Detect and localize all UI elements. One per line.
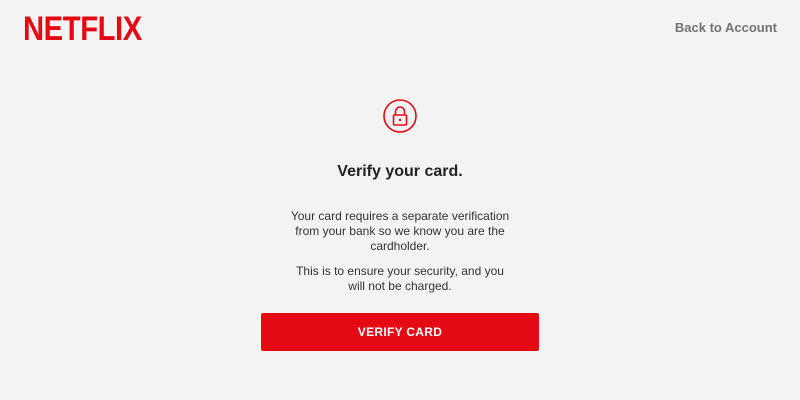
page-title: Verify your card. xyxy=(337,163,463,180)
verify-card-page: NETFLIX Back to Account Verify your card… xyxy=(0,0,800,400)
netflix-logo[interactable]: NETFLIX xyxy=(23,12,142,46)
verify-card-button[interactable]: VERIFY CARD xyxy=(261,313,539,351)
header: NETFLIX Back to Account xyxy=(0,0,800,60)
lock-icon xyxy=(382,98,418,134)
back-to-account-link[interactable]: Back to Account xyxy=(675,20,777,35)
security-message: This is to ensure your security, and you… xyxy=(296,264,504,293)
verification-panel: Verify your card. Your card requires a s… xyxy=(0,98,800,351)
verification-message: Your card requires a separate verificati… xyxy=(290,209,510,253)
